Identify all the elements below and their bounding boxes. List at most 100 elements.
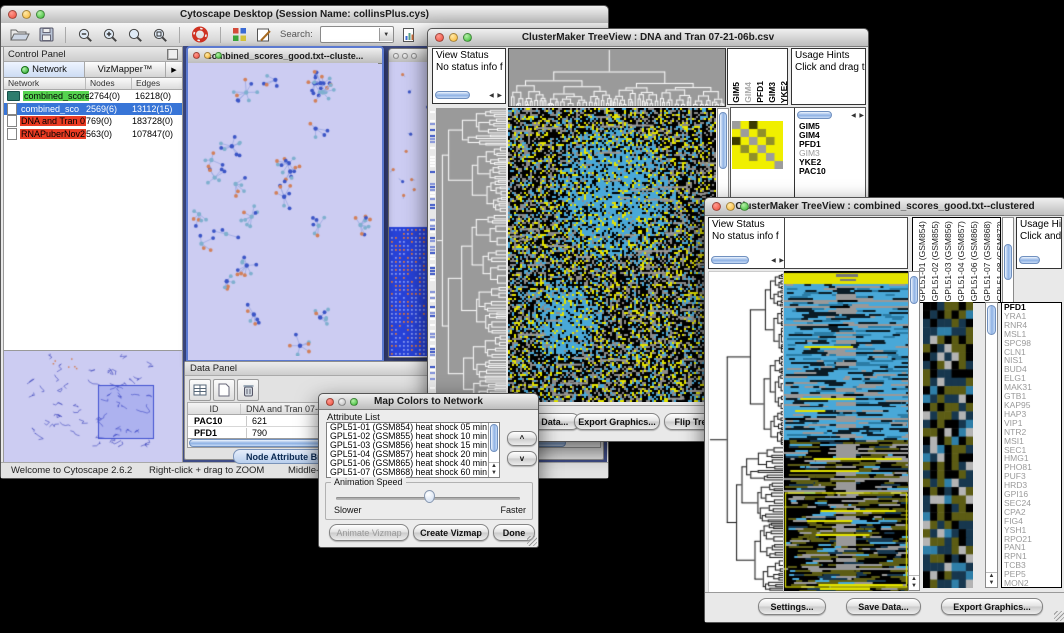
scrollbar-thumb[interactable] (987, 305, 996, 335)
heatmap-view[interactable] (508, 108, 716, 402)
network-list: combined_scores 2764(0) 16218(0) combine… (4, 90, 182, 140)
global-heatmap-thumbnail[interactable] (923, 302, 973, 588)
zoom-fit-icon[interactable] (126, 25, 144, 44)
close-button[interactable] (193, 52, 200, 59)
network-edges-count: 183728(0) (132, 116, 178, 126)
zoom-window-button[interactable] (36, 10, 45, 19)
delete-icon[interactable] (237, 379, 259, 401)
zoom-out-icon[interactable] (76, 25, 94, 44)
zoom-window-button[interactable] (411, 53, 417, 59)
resize-grip[interactable] (527, 536, 537, 546)
minimize-button[interactable] (204, 52, 211, 59)
network-list-row[interactable]: combined_scores 2764(0) 16218(0) (4, 90, 182, 103)
close-button[interactable] (326, 398, 334, 406)
scrollbar-thumb[interactable] (490, 424, 498, 452)
tab-vizmapper[interactable]: VizMapper™ (85, 62, 166, 77)
tab-network[interactable]: Network (4, 62, 85, 77)
zoom-selected-icon[interactable] (151, 25, 169, 44)
treeview1-title-bar[interactable]: ClusterMaker TreeView : DNA and Tran 07-… (428, 29, 868, 47)
minimize-button[interactable] (726, 202, 735, 211)
search-dropdown-icon[interactable]: ▼ (379, 28, 393, 41)
thumbnail-vscrollbar[interactable]: ▲▼ (985, 302, 998, 588)
scrollbar-thumb[interactable] (719, 112, 727, 169)
overview-canvas[interactable] (6, 353, 178, 457)
zoom-window-button[interactable] (215, 52, 222, 59)
network-list-row[interactable]: combined_sco 2569(6) 13112(15) (4, 103, 182, 116)
settings-button[interactable]: Settings... (758, 598, 826, 615)
status-hscrollbar[interactable]: ◀ ▶ (711, 254, 785, 266)
main-title-bar[interactable]: Cytoscape Desktop (Session Name: collins… (1, 6, 608, 24)
column-label: GPL51-06 (GSM865) (969, 221, 979, 301)
zoom-in-icon[interactable] (101, 25, 119, 44)
minimize-button[interactable] (449, 33, 458, 42)
row-dendrogram[interactable] (708, 271, 784, 593)
treeview1-title: ClusterMaker TreeView : DNA and Tran 07-… (428, 32, 868, 43)
column-dendrogram-area[interactable] (784, 217, 908, 269)
list-vscrollbar[interactable]: ▲▼ (488, 423, 499, 477)
minimize-button[interactable] (338, 398, 346, 406)
speed-slider-thumb[interactable] (424, 490, 435, 503)
birdseye-overview[interactable] (4, 350, 182, 467)
search-input[interactable]: ▼ (320, 26, 394, 43)
close-button[interactable] (393, 53, 399, 59)
network-view-window[interactable]: combined_scores_good.txt--cluste... (186, 46, 384, 362)
gene-label[interactable]: PAC10 (797, 167, 863, 176)
close-button[interactable] (712, 202, 721, 211)
attribute-item[interactable]: GPL51-07 (GSM868) heat shock 60 min (327, 468, 488, 477)
life-ring-icon[interactable] (190, 25, 210, 44)
status-hscrollbar[interactable]: ◀ ▶ (435, 89, 503, 101)
zoom-window-button[interactable] (463, 33, 472, 42)
network-nodes-count: 2764(0) (89, 91, 135, 101)
network-type-icon (7, 128, 17, 140)
create-vizmap-button[interactable]: Create Vizmap (413, 524, 489, 541)
correlation-matrix-thumbnail[interactable] (732, 121, 783, 169)
network-name: combined_sco (20, 104, 80, 114)
minimize-button[interactable] (22, 10, 31, 19)
annotation-icon[interactable] (255, 25, 273, 44)
export-graphics-button[interactable]: Export Graphics... (574, 413, 660, 430)
close-button[interactable] (8, 10, 17, 19)
scrollbar-thumb[interactable] (435, 91, 470, 99)
dialog-title-bar[interactable]: Map Colors to Network (319, 394, 538, 410)
treeview2-title-bar[interactable]: ClusterMaker TreeView : combined_scores_… (705, 198, 1064, 216)
minimize-button[interactable] (402, 53, 408, 59)
close-button[interactable] (435, 33, 444, 42)
heatmap-view[interactable] (784, 271, 908, 591)
column-label: GPL51-08 (GSM872) (995, 221, 1001, 301)
tab-overflow-button[interactable]: ▶ (166, 62, 182, 77)
new-attribute-icon[interactable] (213, 379, 235, 401)
treeview2-title: ClusterMaker TreeView : combined_scores_… (705, 201, 1064, 212)
resize-grip[interactable] (1054, 611, 1064, 621)
column-label: GPL51-03 (GSM856) (943, 221, 953, 301)
network-list-row[interactable]: RNAPuberNov2+ 563(0) 107847(0) (4, 128, 182, 141)
network-list-row[interactable]: DNA and Tran 07 769(0) 183728(0) (4, 115, 182, 128)
scrollbar-thumb[interactable] (1019, 256, 1040, 264)
heatmap-vscrollbar[interactable]: ▲▼ (908, 271, 920, 591)
zoom-window-button[interactable] (740, 202, 749, 211)
vizmap-icon[interactable] (231, 25, 248, 44)
scrollbar-thumb[interactable] (797, 111, 832, 119)
export-graphics-button[interactable]: Export Graphics... (941, 598, 1043, 615)
summary-hscrollbar[interactable]: ◀ ▶ (797, 109, 865, 121)
move-up-button[interactable]: ^ (507, 431, 537, 446)
zoom-window-button[interactable] (350, 398, 358, 406)
data-panel-title: Data Panel (190, 363, 237, 374)
open-file-icon[interactable] (9, 25, 31, 44)
row-dendrogram[interactable] (436, 108, 506, 402)
animate-vizmap-button[interactable]: Animate Vizmap (329, 524, 409, 541)
hints-hscrollbar[interactable] (1019, 254, 1059, 266)
network-stats-icon[interactable] (401, 25, 418, 44)
column-dendrogram[interactable] (508, 48, 726, 107)
scrollbar-thumb[interactable] (711, 256, 749, 264)
float-panel-icon[interactable] (167, 49, 178, 60)
labels-vscrollbar[interactable] (1002, 217, 1014, 303)
save-data-button[interactable]: Save Data... (846, 598, 921, 615)
scrollbar-thumb[interactable] (910, 276, 918, 304)
move-down-button[interactable]: v (507, 451, 537, 466)
table-icon[interactable] (189, 379, 211, 401)
save-icon[interactable] (38, 25, 55, 44)
scrollbar-thumb[interactable] (1004, 244, 1012, 280)
gene-name-list: PFD1YRA1RNR4MSL1SPC98CLN1NIS1BUD4ELG1MAK… (1001, 302, 1062, 588)
network-canvas[interactable] (188, 63, 378, 356)
gene-label[interactable]: MON2 (1002, 579, 1061, 588)
